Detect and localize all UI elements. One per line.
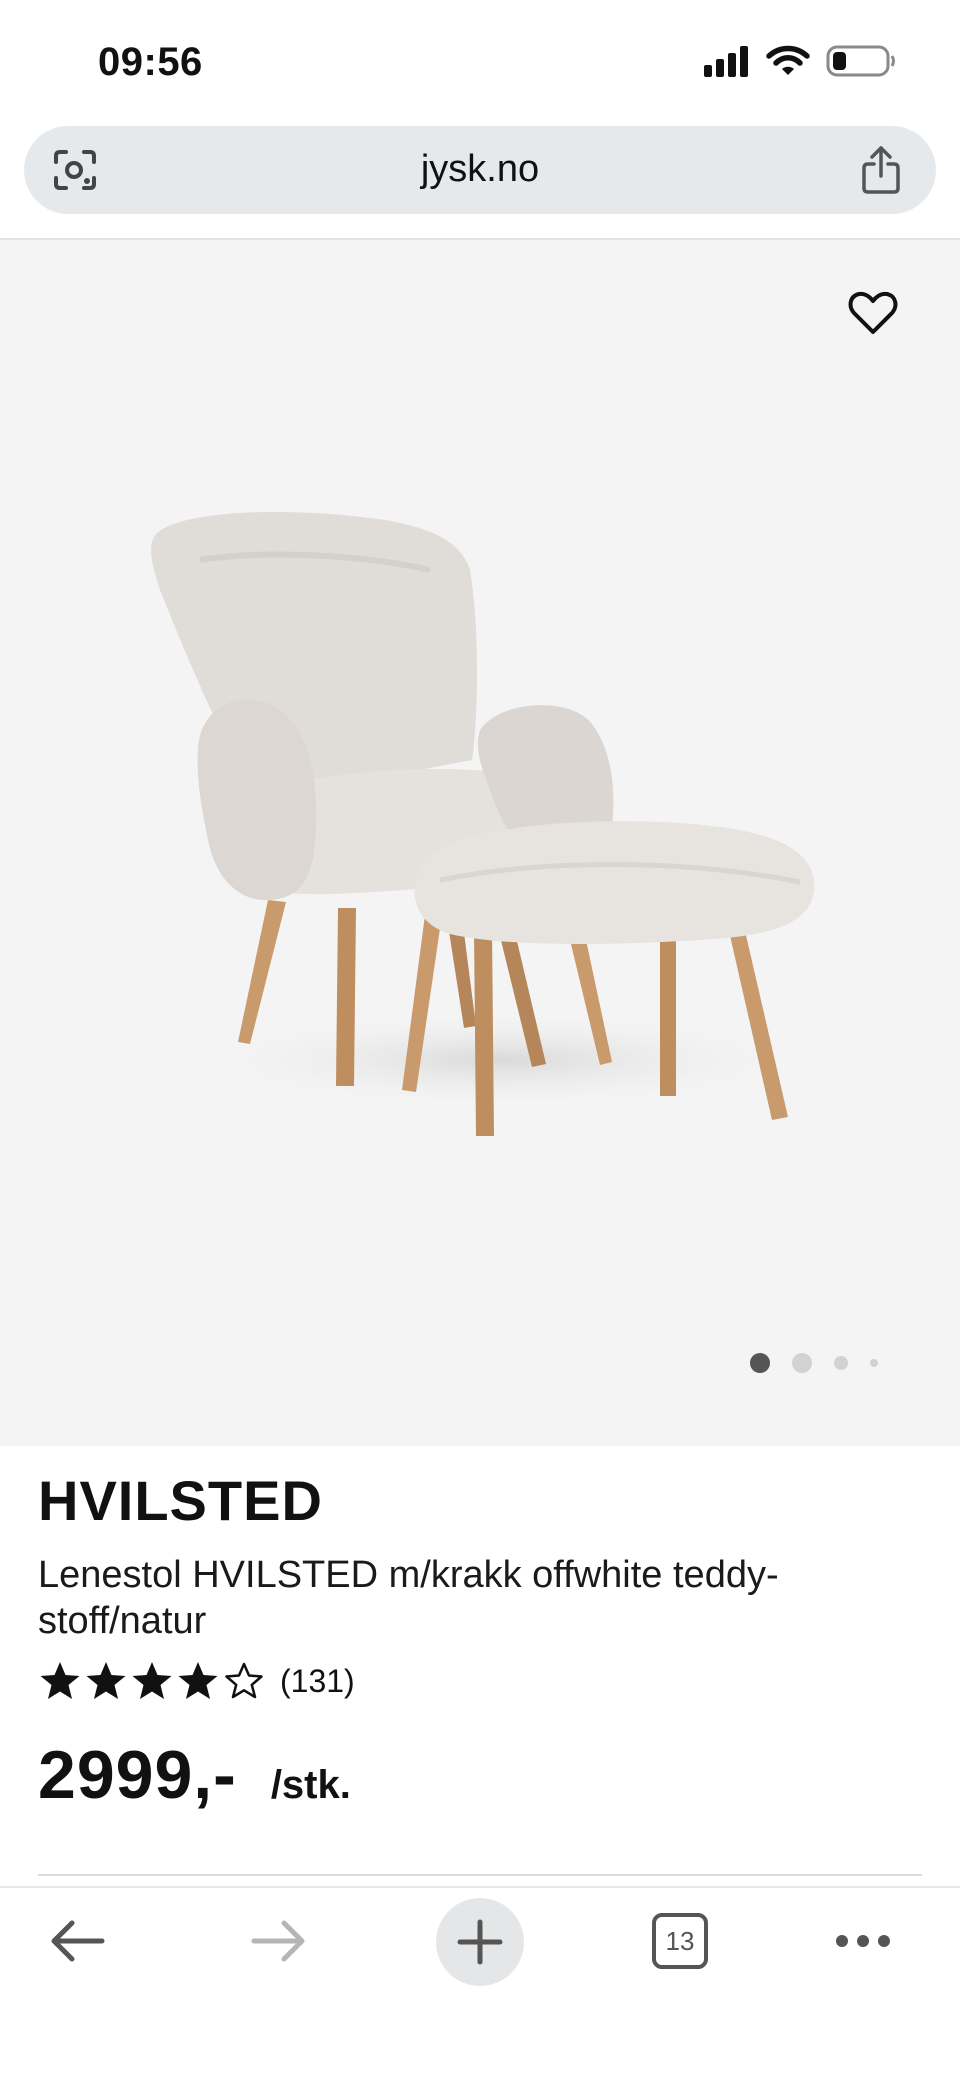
carousel-dot[interactable] [870, 1359, 878, 1367]
product-price: 2999,- [38, 1737, 237, 1813]
wifi-icon [766, 45, 810, 75]
star-filled-icon [132, 1662, 172, 1699]
status-bar: 09:56 [0, 0, 960, 120]
arrow-right-icon[interactable] [250, 1918, 308, 1964]
new-tab-button[interactable] [436, 1898, 524, 1986]
status-icons [702, 44, 896, 78]
product-image-armchair-with-stool [151, 511, 820, 1136]
arrow-left-icon[interactable] [48, 1918, 106, 1964]
star-filled-icon [178, 1662, 218, 1699]
carousel-dot[interactable] [834, 1356, 848, 1370]
product-description: Lenestol HVILSTED m/krakk offwhite teddy… [38, 1554, 779, 1642]
plus-icon [457, 1919, 503, 1965]
url-text[interactable]: jysk.no [24, 148, 936, 191]
product-title: HVILSTED [38, 1469, 323, 1532]
product-rating[interactable]: (131) [38, 1660, 355, 1702]
cellular-signal-icon [704, 46, 748, 77]
star-filled-icon [40, 1662, 80, 1699]
heart-outline-icon[interactable] [848, 290, 898, 336]
star-outline-icon [225, 1662, 263, 1699]
battery-icon [826, 45, 895, 77]
review-count[interactable]: (131) [280, 1663, 355, 1700]
price-row: 2999,- /stk. [38, 1736, 351, 1814]
carousel-dots[interactable] [750, 1353, 878, 1373]
address-bar[interactable]: jysk.no [24, 126, 936, 214]
share-icon[interactable] [860, 144, 902, 196]
info-divider [38, 1874, 922, 1876]
rating-stars [38, 1660, 266, 1702]
star-filled-icon [86, 1662, 126, 1699]
more-dots-icon[interactable] [834, 1928, 892, 1954]
status-time: 09:56 [98, 40, 203, 84]
tabs-count-button[interactable]: 13 [652, 1913, 708, 1969]
carousel-dot[interactable] [792, 1353, 812, 1373]
carousel-dot-active[interactable] [750, 1353, 770, 1373]
price-unit: /stk. [270, 1763, 351, 1807]
